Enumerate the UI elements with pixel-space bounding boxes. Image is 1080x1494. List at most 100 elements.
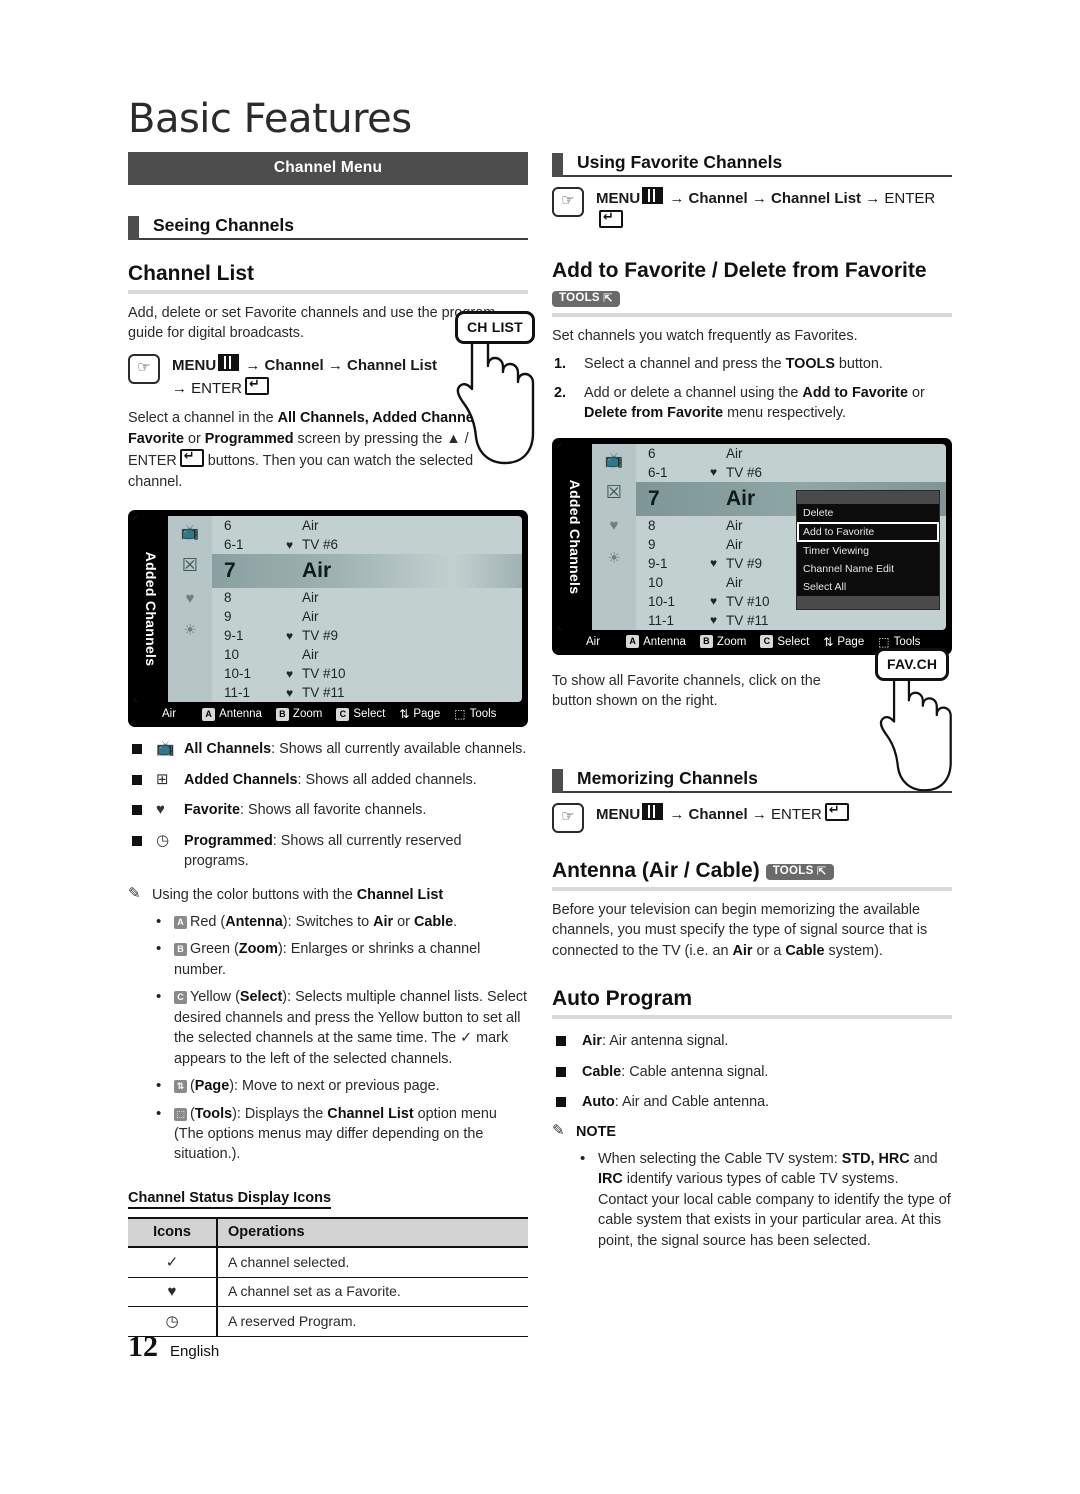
table-header-icons: Icons [128, 1216, 218, 1248]
tv-bar-item[interactable]: A Antenna [202, 707, 262, 721]
tv-bar-item-label: Page [837, 635, 865, 648]
table-row: ✓ A channel selected. [128, 1246, 528, 1278]
tv-screen-body: Added Channels 📺 ☒ ♥ ☀ 6 Air 6-1 ♥ TV #6 7 Air… [134, 516, 522, 703]
added-channels-icon-2[interactable]: ☒ [592, 476, 636, 510]
tools-badge-2[interactable]: TOOLS ⇱ [765, 863, 834, 881]
divider [128, 290, 528, 294]
tv-bar-item-label: Antenna [643, 635, 686, 648]
path2-part-channel: Channel [688, 190, 748, 207]
channel-number: 7 [224, 559, 236, 583]
all-channels-icon[interactable]: 📺 [168, 516, 212, 548]
favorite-menu-path: ☞ MENU → Channel → Channel List → ENTER [552, 187, 952, 233]
tv-sidebar-label: Added Channels [134, 516, 168, 703]
color-buttons-head-bold: Channel List [356, 887, 444, 904]
path-part-channel: Channel [264, 356, 324, 374]
path2-part-channel-list: Channel List [771, 190, 862, 207]
step-1: Select a channel and press the TOOLS but… [554, 354, 883, 375]
tv-channel-row[interactable]: 10-1 ♥ TV #10 [212, 664, 522, 683]
note-text-3: identify various types of cable TV syste… [598, 1171, 951, 1249]
all-channels-icon-2[interactable]: 📺 [592, 444, 636, 476]
color-buttons-list: ARed (Antenna): Switches to Air or Cable… [128, 911, 528, 1165]
tv-bar-item[interactable]: A Antenna [626, 635, 686, 649]
favorite-heart-icon: ♥ [156, 801, 165, 819]
programmed-clock-icon[interactable]: ☀ [168, 614, 212, 646]
tv-bar-item[interactable]: B Zoom [699, 635, 746, 649]
color-button-mid: or [393, 913, 414, 930]
page-updown-icon: ⇅ [823, 634, 834, 649]
context-menu-item[interactable]: Timer Viewing [797, 542, 939, 560]
favorite-heart-icon: ♥ [286, 685, 294, 700]
tv-channel-row[interactable]: 11-1 ♥ TV #11 [212, 683, 522, 702]
menu-word: MENU [172, 356, 217, 374]
tv-channel-row[interactable]: 6 Air [636, 444, 946, 463]
tv-channel-row[interactable]: 6-1 ♥ TV #6 [212, 535, 522, 554]
hand-press-icon-3: ☞ [552, 802, 584, 833]
tv-channel-row[interactable]: 11-1 ♥ TV #11 [636, 611, 946, 630]
fav-ch-description: To show all Favorite channels, click on … [552, 672, 821, 710]
menu-path-text: MENU → Channel → Channel List → ENTER [172, 353, 438, 400]
favorite-heart-icon[interactable]: ♥ [168, 582, 212, 614]
tv-channel-row[interactable]: 9-1 ♥ TV #9 [212, 626, 522, 645]
color-button-desc: : Move to next or previous page. [234, 1078, 440, 1095]
antenna-title: Antenna (Air / Cable) TOOLS ⇱ [552, 859, 952, 883]
tv-bar-item[interactable]: B Zoom [275, 707, 322, 721]
favorite-heart-icon-2[interactable]: ♥ [592, 510, 636, 542]
check-icon: ✓ [128, 1246, 218, 1278]
path-part-channel-list: Channel List [347, 356, 438, 374]
programmed-clock-icon-2[interactable]: ☀ [592, 542, 636, 574]
channel-number: 9 [648, 536, 656, 552]
antenna-bold-b: Cable [785, 942, 825, 959]
context-menu-item[interactable]: Add to Favorite [797, 521, 939, 542]
operation-description: A reserved Program. [217, 1306, 528, 1337]
ch-list-button[interactable]: CH LIST [455, 311, 535, 344]
operation-description: A channel selected. [217, 1246, 528, 1278]
tv-channel-row[interactable]: 6-1 ♥ TV #6 [636, 463, 946, 482]
tv-bar-item[interactable]: ⇅ Page [399, 707, 440, 721]
table-header-operations: Operations [217, 1216, 528, 1248]
note-text-1: When selecting the Cable TV system: [598, 1150, 842, 1167]
fav-ch-button[interactable]: FAV.CH [875, 648, 950, 681]
tools-badge-1[interactable]: TOOLS ⇱ [552, 290, 620, 307]
channel-name: TV #11 [726, 612, 769, 628]
added-channels-icon[interactable]: ☒ [168, 548, 212, 582]
tv-bar-item[interactable]: C Select [336, 707, 385, 721]
tv-channel-row[interactable]: 8 Air [212, 588, 522, 607]
manual-page: Basic Features Channel Menu Seeing Chann… [0, 0, 1080, 1494]
tv-bar-item[interactable]: ⬚ Tools [878, 635, 920, 649]
channel-name: Air [302, 590, 319, 606]
channel-number: 6-1 [648, 464, 668, 480]
channel-type-item: 📺 All Channels: Shows all currently avail… [128, 739, 528, 759]
context-menu-item[interactable]: Delete [797, 504, 939, 522]
channel-number: 9 [224, 609, 232, 625]
channel-name: Air [302, 518, 319, 534]
note-text-2: and [909, 1150, 938, 1167]
channel-type-item: ♥ Favorite: Shows all favorite channels. [128, 800, 528, 820]
context-menu-item[interactable]: Channel Name Edit [797, 560, 939, 578]
auto-program-desc: : Air and Cable antenna. [614, 1093, 770, 1110]
tv-bar-item-label: Tools [893, 635, 921, 648]
menu-word-3: MENU [596, 805, 641, 823]
color-button-desc: : Displays the [236, 1105, 328, 1122]
channel-number: 10 [224, 647, 240, 663]
channel-status-icons-table: Icons Operations ✓ A channel selected. ♥ A … [128, 1216, 528, 1337]
tv-channel-row[interactable]: 6 Air [212, 516, 522, 535]
color-buttons-head-text: Using the color buttons with the [152, 887, 357, 904]
tv-channel-row[interactable]: 7 Air [212, 554, 522, 589]
tv-bar-item[interactable]: C Select [760, 635, 809, 649]
select-text-b: or [183, 430, 205, 447]
tv-channel-row[interactable]: 9 Air [212, 607, 522, 626]
auto-program-item: Auto: Air and Cable antenna. [552, 1092, 952, 1112]
using-favorite-channels-heading: Using Favorite Channels [552, 152, 952, 177]
menu-grid-icon-3 [642, 802, 664, 820]
channel-type-item: ◷ Programmed: Shows all currently reserve… [128, 831, 528, 872]
tv-bar-item[interactable]: ⇅ Page [823, 635, 864, 649]
tools-glyph-icon-2: ⇱ [816, 865, 827, 878]
status-icons-table-title: Channel Status Display Icons [128, 1190, 332, 1209]
hand-press-icon-2: ☞ [552, 187, 584, 217]
note-heading: ✎ NOTE [552, 1122, 952, 1142]
context-menu-item[interactable]: Select All [797, 578, 939, 596]
antenna-bold-a: Air [732, 942, 753, 959]
tv-channel-row[interactable]: 10 Air [212, 645, 522, 664]
antenna-text-c: system). [824, 942, 883, 959]
tv-bar-item[interactable]: ⬚ Tools [454, 707, 496, 721]
